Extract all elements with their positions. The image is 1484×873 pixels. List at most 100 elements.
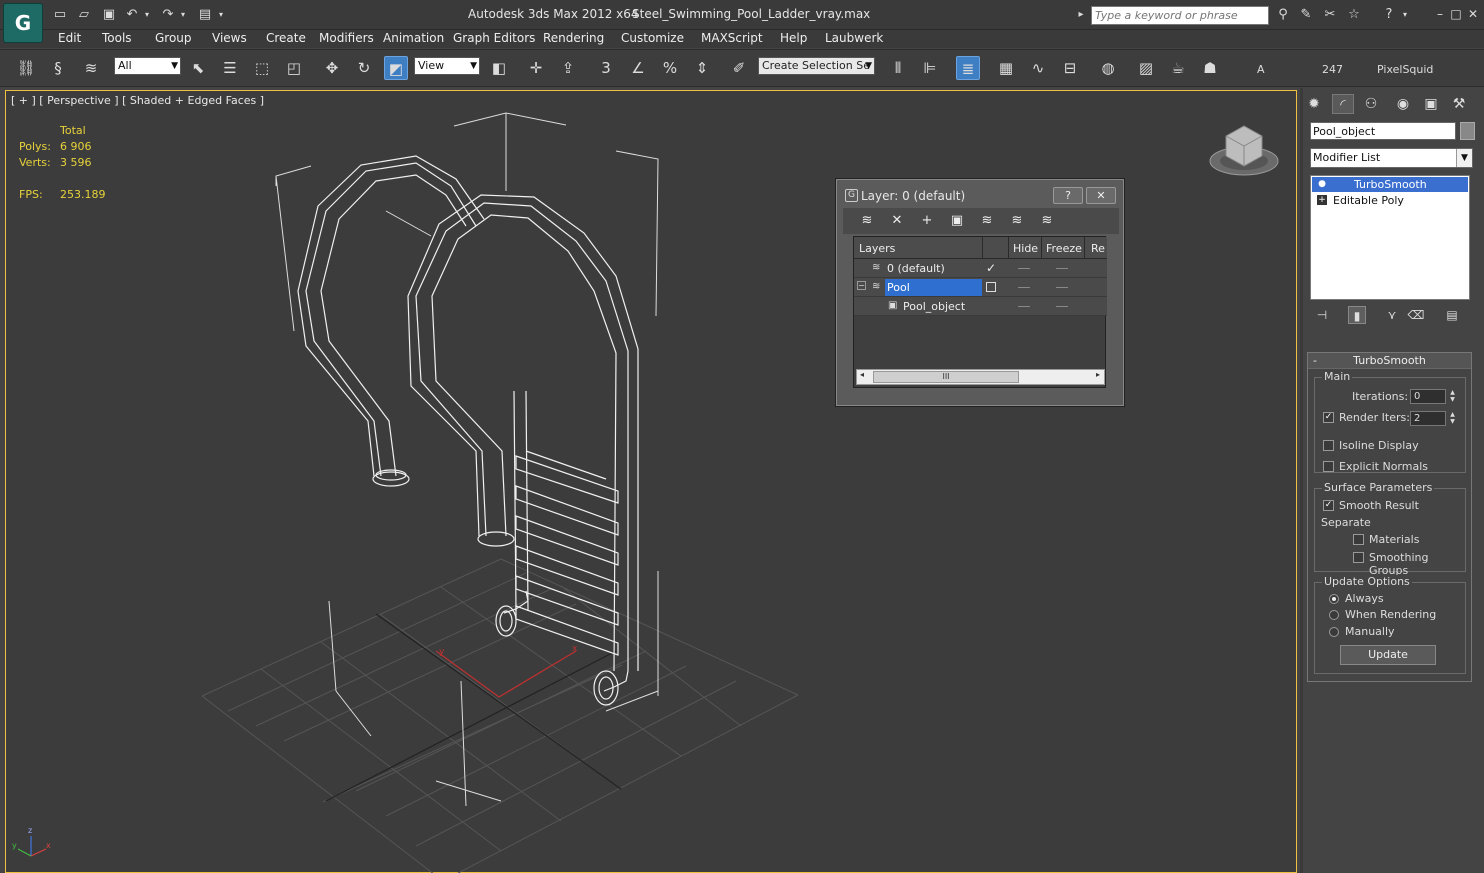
new-file-icon[interactable]: ▭	[52, 7, 68, 23]
always-radio[interactable]	[1329, 594, 1339, 604]
menu-customize[interactable]: Customize	[621, 31, 684, 45]
rectangular-selection-icon[interactable]: ⬚	[250, 56, 274, 80]
select-by-name-icon[interactable]: ☰	[218, 56, 242, 80]
curve-editor-icon[interactable]: ∿	[1026, 56, 1050, 80]
menu-rendering[interactable]: Rendering	[543, 31, 604, 45]
iterations-spinner[interactable]: 0	[1410, 389, 1446, 404]
mirror-icon[interactable]: ⫴	[886, 56, 910, 80]
update-button[interactable]: Update	[1340, 645, 1436, 665]
stack-item-editable-poly[interactable]: + Editable Poly	[1312, 193, 1468, 208]
menu-animation[interactable]: Animation	[383, 31, 444, 45]
menu-graph-editors[interactable]: Graph Editors	[453, 31, 535, 45]
select-and-link-icon[interactable]: ⛓	[14, 56, 38, 80]
help-dropdown-icon[interactable]: ▾	[1400, 6, 1410, 24]
current-layer-check-icon[interactable]: ✓	[986, 261, 996, 275]
percent-snap-icon[interactable]: %	[658, 56, 682, 80]
pivot-point-center-icon[interactable]: ◧	[487, 56, 511, 80]
binoculars-icon[interactable]: ⚲	[1274, 6, 1292, 24]
isoline-display-checkbox[interactable]	[1323, 440, 1334, 451]
render-setup-icon[interactable]: ▨	[1134, 56, 1158, 80]
freeze-toggle[interactable]	[1056, 306, 1068, 307]
scroll-left-icon[interactable]: ◂	[860, 370, 864, 379]
column-freeze[interactable]: Freeze	[1046, 242, 1082, 255]
pin-stack-icon[interactable]: ⊣	[1313, 306, 1331, 324]
undo-icon[interactable]: ↶	[124, 7, 140, 23]
scrollbar-thumb[interactable]: III	[873, 371, 1019, 383]
modify-tab-icon[interactable]: ◜	[1332, 94, 1354, 114]
layer-row[interactable]: ▣ Pool_object	[854, 297, 1107, 316]
reference-coordinate-dropdown[interactable]: View ▼	[414, 57, 480, 75]
hide-toggle[interactable]	[1018, 268, 1030, 269]
menu-maxscript[interactable]: MAXScript	[701, 31, 763, 45]
graphite-modeling-tools-icon[interactable]: ▦	[994, 56, 1018, 80]
menu-edit[interactable]: Edit	[58, 31, 81, 45]
freeze-toggle[interactable]	[1056, 268, 1068, 269]
modifier-list-dropdown[interactable]: Modifier List ▼	[1310, 148, 1473, 168]
menu-group[interactable]: Group	[155, 31, 192, 45]
smooth-result-checkbox[interactable]: ✓	[1323, 500, 1334, 511]
align-icon[interactable]: ⊫	[918, 56, 942, 80]
highlight-selected-icon[interactable]: ≋	[978, 212, 996, 230]
hide-toggle[interactable]	[1018, 306, 1030, 307]
freeze-all-layers-icon[interactable]: ≋	[1038, 212, 1056, 230]
remove-modifier-icon[interactable]: ⌫	[1407, 306, 1425, 324]
bind-to-space-warp-icon[interactable]: ≋	[79, 56, 103, 80]
redo-icon[interactable]: ↷	[160, 7, 176, 23]
motion-tab-icon[interactable]: ◉	[1392, 94, 1414, 114]
when-rendering-radio[interactable]	[1329, 610, 1339, 620]
column-render[interactable]: Re	[1091, 242, 1105, 255]
layer-row[interactable]: − ≋ Pool	[854, 278, 1107, 297]
add-to-layer-icon[interactable]: +	[918, 212, 936, 230]
create-tab-icon[interactable]: ✹	[1303, 94, 1325, 114]
panel-divider[interactable]	[1300, 88, 1303, 873]
render-iters-spinner[interactable]: 2	[1410, 411, 1446, 426]
layer-row[interactable]: ≋ 0 (default) ✓	[854, 259, 1107, 278]
horizontal-scrollbar[interactable]: ◂ III ▸	[856, 369, 1105, 385]
named-selection-set-dropdown[interactable]: Create Selection Se ▼	[758, 57, 875, 75]
undo-dropdown-icon[interactable]: ▾	[142, 7, 152, 23]
info-center-expand-icon[interactable]: ▸	[1075, 6, 1087, 24]
minimize-icon[interactable]: –	[1433, 6, 1447, 22]
layer-manager-icon[interactable]: ≣	[956, 56, 980, 80]
bulb-icon[interactable]: ●	[1317, 179, 1327, 189]
collapse-icon[interactable]: −	[857, 281, 866, 290]
search-input[interactable]	[1091, 6, 1269, 25]
hide-toggle[interactable]	[1018, 287, 1030, 288]
select-and-manipulate-icon[interactable]: ✛	[524, 56, 548, 80]
utilities-tab-icon[interactable]: ⚒	[1448, 94, 1470, 114]
materials-checkbox[interactable]	[1353, 534, 1364, 545]
menu-modifiers[interactable]: Modifiers	[319, 31, 374, 45]
make-current-box[interactable]	[986, 282, 996, 292]
communication-center-icon[interactable]: ✂	[1321, 6, 1339, 24]
expand-icon[interactable]: +	[1317, 195, 1327, 205]
spinner-arrows-icon[interactable]: ▲ ▼	[1448, 389, 1457, 404]
schematic-view-icon[interactable]: ⊟	[1058, 56, 1082, 80]
select-and-scale-icon[interactable]: ◩	[384, 56, 408, 80]
select-and-rotate-icon[interactable]: ↻	[352, 56, 376, 80]
select-object-icon[interactable]: ⬉	[186, 56, 210, 80]
app-menu-button[interactable]: G	[3, 3, 43, 43]
render-iters-checkbox[interactable]: ✓	[1323, 412, 1334, 423]
viewport-label[interactable]: [ + ] [ Perspective ] [ Shaded + Edged F…	[11, 94, 264, 107]
show-end-result-icon[interactable]: ▮	[1348, 306, 1366, 324]
menu-laubwerk[interactable]: Laubwerk	[825, 31, 883, 45]
spinner-arrows-icon[interactable]: ▲ ▼	[1448, 411, 1457, 426]
menu-tools[interactable]: Tools	[102, 31, 132, 45]
make-unique-icon[interactable]: ⋎	[1383, 306, 1401, 324]
menu-views[interactable]: Views	[212, 31, 247, 45]
configure-modifier-sets-icon[interactable]: ▤	[1443, 306, 1461, 324]
save-file-icon[interactable]: ▣	[101, 7, 117, 23]
layer-manager-dialog[interactable]: G Layer: 0 (default) ? ✕ ≋ ✕ + ▣ ≋ ≋ ≋ L…	[836, 179, 1124, 406]
maximize-icon[interactable]: □	[1449, 6, 1463, 22]
close-window-icon[interactable]: ✕	[1466, 6, 1480, 22]
layer-dialog-close-button[interactable]: ✕	[1086, 187, 1116, 204]
scroll-right-icon[interactable]: ▸	[1096, 370, 1100, 379]
explicit-normals-checkbox[interactable]	[1323, 461, 1334, 472]
redo-dropdown-icon[interactable]: ▾	[178, 7, 188, 23]
select-in-layer-icon[interactable]: ▣	[948, 212, 966, 230]
material-editor-icon[interactable]: ◍	[1096, 56, 1120, 80]
stack-item-turbosmooth[interactable]: ● TurboSmooth	[1312, 177, 1468, 192]
layer-dialog-help-button[interactable]: ?	[1053, 187, 1083, 204]
unlink-selection-icon[interactable]: §	[46, 56, 70, 80]
open-file-icon[interactable]: ▱	[76, 7, 92, 23]
